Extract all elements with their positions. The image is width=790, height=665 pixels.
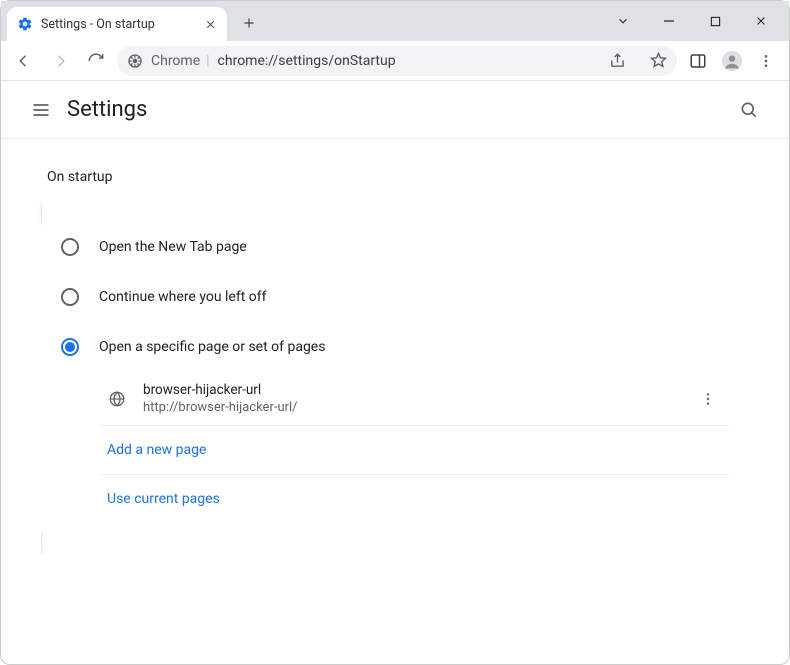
startup-card: Open the New Tab page Continue where you…	[41, 202, 749, 553]
startup-page-title: browser-hijacker-url	[143, 382, 677, 398]
startup-page-url: http://browser-hijacker-url/	[143, 400, 677, 415]
share-icon[interactable]	[609, 52, 626, 69]
add-page-link[interactable]: Add a new page	[101, 425, 729, 474]
settings-content: On startup Open the New Tab page Continu…	[1, 139, 789, 582]
reload-button[interactable]	[81, 46, 111, 76]
radio-icon	[61, 288, 79, 306]
browser-menu-icon[interactable]	[751, 46, 781, 76]
site-info-icon[interactable]	[127, 53, 143, 69]
toolbar-right	[683, 46, 781, 76]
globe-icon	[107, 389, 127, 409]
window-controls	[601, 1, 789, 41]
browser-tab[interactable]: Settings - On startup	[7, 7, 227, 41]
forward-button[interactable]	[45, 46, 75, 76]
option-label: Open a specific page or set of pages	[99, 339, 325, 355]
specific-pages-area: browser-hijacker-url http://browser-hija…	[41, 372, 749, 533]
tab-search-button[interactable]	[601, 2, 645, 40]
url-chip: Chrome |	[151, 53, 210, 69]
startup-page-row: browser-hijacker-url http://browser-hija…	[101, 372, 729, 425]
address-bar[interactable]: Chrome | chrome://settings/onStartup	[117, 46, 677, 76]
settings-header: Settings	[1, 81, 789, 139]
option-label: Continue where you left off	[99, 289, 267, 305]
page-actions-menu[interactable]	[693, 384, 723, 414]
section-label: On startup	[47, 169, 749, 185]
settings-gear-icon	[17, 16, 33, 32]
use-current-pages-link[interactable]: Use current pages	[101, 474, 729, 523]
bookmark-icon[interactable]	[650, 52, 667, 69]
window-titlebar: Settings - On startup	[1, 1, 789, 41]
profile-avatar-icon[interactable]	[717, 46, 747, 76]
url-label: Chrome	[151, 53, 200, 69]
tab-title: Settings - On startup	[41, 17, 195, 32]
tab-strip: Settings - On startup	[1, 1, 601, 41]
url-path: chrome://settings/onStartup	[218, 53, 396, 69]
option-specific[interactable]: Open a specific page or set of pages	[41, 322, 749, 372]
search-button[interactable]	[729, 90, 769, 130]
menu-button[interactable]	[21, 90, 61, 130]
option-new-tab[interactable]: Open the New Tab page	[41, 222, 749, 272]
minimize-button[interactable]	[647, 2, 691, 40]
option-continue[interactable]: Continue where you left off	[41, 272, 749, 322]
back-button[interactable]	[9, 46, 39, 76]
side-panel-icon[interactable]	[683, 46, 713, 76]
url-separator: |	[206, 53, 209, 69]
radio-icon	[61, 338, 79, 356]
close-tab-icon[interactable]	[203, 17, 217, 31]
maximize-button[interactable]	[693, 2, 737, 40]
page-title: Settings	[67, 97, 147, 122]
option-label: Open the New Tab page	[99, 239, 247, 255]
close-window-button[interactable]	[739, 2, 783, 40]
browser-toolbar: Chrome | chrome://settings/onStartup	[1, 41, 789, 81]
new-tab-button[interactable]	[235, 9, 263, 37]
page-info: browser-hijacker-url http://browser-hija…	[143, 382, 677, 415]
radio-icon	[61, 238, 79, 256]
